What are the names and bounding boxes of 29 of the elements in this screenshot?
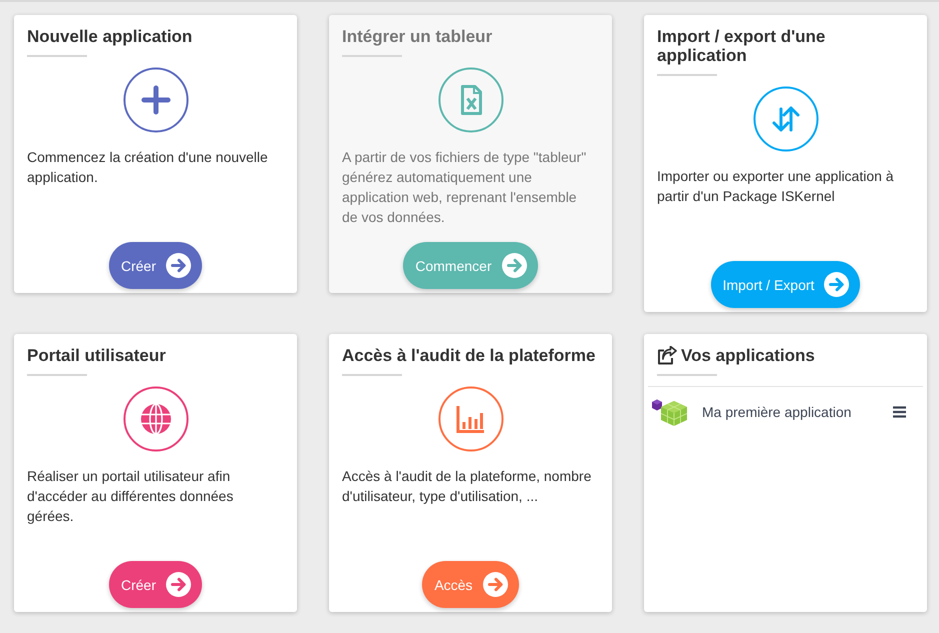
panel-title: Vos applications xyxy=(681,346,815,365)
action-button[interactable]: Créer xyxy=(108,561,202,608)
arrows-up-down-icon xyxy=(752,86,818,152)
globe-icon xyxy=(122,386,188,452)
card-title: Nouvelle application xyxy=(27,27,194,46)
plus-icon xyxy=(122,67,188,133)
spreadsheet-file-icon xyxy=(438,67,504,133)
menu-icon[interactable] xyxy=(893,406,906,418)
arrow-right-icon xyxy=(166,253,191,278)
card-description: Importer ou exporter une application à partir d'un Package ISKernel xyxy=(657,167,895,206)
share-icon xyxy=(657,346,677,365)
card-description: A partir de vos fichiers de type "tableur" générez automatiquement une application web, reprenant l'ensemble de vos données. xyxy=(342,148,588,227)
action-button[interactable]: Import / Export xyxy=(710,261,860,308)
card-title: Import / export d'une application xyxy=(657,27,826,65)
cubes-icon xyxy=(652,398,688,426)
app-name[interactable]: Ma première application xyxy=(702,402,852,422)
card-title: Accès à l'audit de la plateforme xyxy=(342,346,596,365)
arrow-right-icon xyxy=(502,253,527,278)
arrow-right-icon xyxy=(166,572,191,597)
card-description: Accès à l'audit de la plateforme, nombre d'utilisateur, type d'utilisation, ... xyxy=(342,467,592,506)
card-title: Portail utilisateur xyxy=(27,346,167,365)
action-button[interactable]: Accès xyxy=(422,561,519,608)
arrow-right-icon xyxy=(482,572,508,597)
bar-chart-icon xyxy=(438,386,504,452)
action-button[interactable]: Créer xyxy=(108,242,202,289)
card-description: Commencez la création d'une nouvelle application. xyxy=(27,148,269,187)
card-description: Réaliser un portail utilisateur afin d'accéder au différentes données gérées. xyxy=(27,467,234,526)
arrow-right-icon xyxy=(824,272,850,297)
card-title: Intégrer un tableur xyxy=(342,27,494,46)
